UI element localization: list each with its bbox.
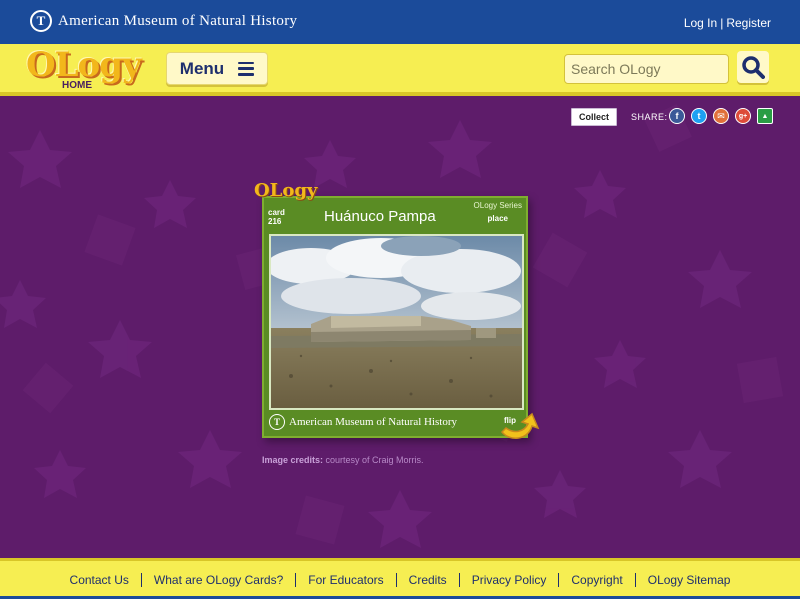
twitter-icon[interactable]: t — [691, 108, 707, 124]
card-museum-logo: T American Museum of Natural History — [269, 414, 457, 430]
share-label: SHARE: — [631, 112, 668, 122]
search-input[interactable] — [564, 54, 729, 84]
search-icon — [742, 56, 765, 79]
footer-link-what-are-cards[interactable]: What are OLogy Cards? — [142, 573, 297, 587]
card-type: place — [487, 214, 508, 223]
menu-button[interactable]: Menu — [166, 52, 268, 85]
site-footer: Contact Us What are OLogy Cards? For Edu… — [0, 558, 800, 599]
card-ology-logo: OLogy — [254, 180, 318, 201]
card-title: Huánuco Pampa — [324, 208, 436, 225]
image-credits-text: courtesy of Craig Morris. — [323, 455, 424, 465]
card-number-value: 216 — [268, 217, 282, 226]
google-plus-icon[interactable]: g+ — [735, 108, 751, 124]
footer-link-contact-us[interactable]: Contact Us — [58, 573, 142, 587]
login-link[interactable]: Log In — [684, 16, 717, 30]
museum-topbar: T American Museum of Natural History Log… — [0, 0, 800, 44]
ology-home-label: HOME — [60, 80, 94, 91]
museum-home-link[interactable]: T American Museum of Natural History — [30, 10, 297, 32]
card-number-label: card — [268, 208, 285, 217]
footer-links: Contact Us What are OLogy Cards? For Edu… — [0, 561, 800, 599]
share-icons: f t ✉ g+ ▲ — [669, 108, 773, 124]
card-number: card 216 — [268, 208, 285, 226]
ology-home-logo[interactable]: OLogy HOME — [26, 44, 142, 106]
ology-card[interactable]: card 216 Huánuco Pampa OLogy Series plac… — [254, 180, 540, 439]
footer-link-copyright[interactable]: Copyright — [559, 573, 636, 587]
card-face: card 216 Huánuco Pampa OLogy Series plac… — [262, 196, 528, 438]
card-series: OLogy Series — [473, 201, 522, 210]
google-classroom-icon[interactable]: ▲ — [757, 108, 773, 124]
image-credits: Image credits: courtesy of Craig Morris. — [262, 455, 424, 465]
footer-link-for-educators[interactable]: For Educators — [296, 573, 397, 587]
footer-link-privacy-policy[interactable]: Privacy Policy — [460, 573, 560, 587]
image-credits-label: Image credits: — [262, 455, 324, 465]
hamburger-icon — [238, 61, 255, 76]
flip-arrow-icon[interactable] — [498, 406, 546, 444]
footer-link-sitemap[interactable]: OLogy Sitemap — [636, 573, 743, 587]
collect-button[interactable]: Collect — [571, 108, 617, 126]
card-museum-name: American Museum of Natural History — [289, 416, 458, 428]
email-icon[interactable]: ✉ — [713, 108, 729, 124]
footer-link-credits[interactable]: Credits — [397, 573, 460, 587]
auth-links: Log In | Register — [684, 16, 771, 30]
card-photo — [269, 234, 524, 410]
amnh-card-logo-icon: T — [269, 414, 285, 430]
menu-label: Menu — [179, 58, 225, 78]
museum-name: American Museum of Natural History — [58, 12, 298, 29]
search-button[interactable] — [737, 51, 769, 83]
site-header: OLogy HOME Menu — [0, 44, 800, 96]
register-link[interactable]: Register — [726, 16, 771, 30]
facebook-icon[interactable]: f — [669, 108, 685, 124]
auth-separator: | — [720, 16, 724, 30]
amnh-logo-icon: T — [30, 10, 52, 32]
